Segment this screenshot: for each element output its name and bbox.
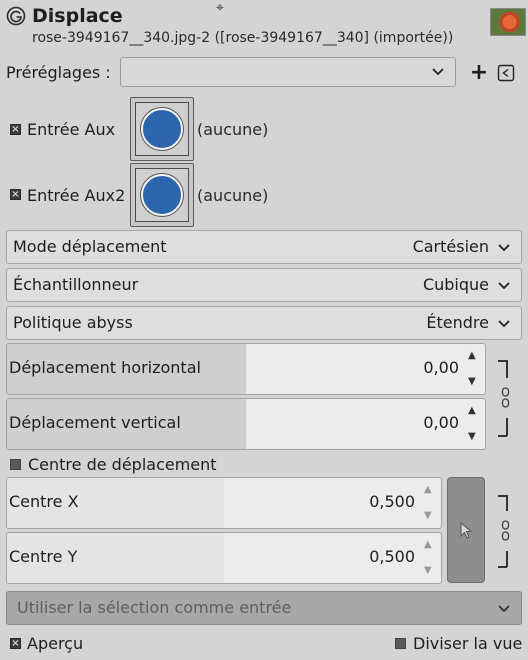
aux-input-button[interactable] <box>130 97 194 161</box>
chevron-up-icon[interactable]: ▲ <box>424 484 432 495</box>
chevron-up-icon[interactable]: ▲ <box>468 350 476 361</box>
sampler-label: Échantillonneur <box>13 275 139 294</box>
chevron-down-icon[interactable]: ▼ <box>468 376 476 387</box>
chevron-up-icon[interactable]: ▲ <box>424 539 432 550</box>
horizontal-displacement-slider[interactable]: Déplacement horizontal 0,00 ▲ ▼ <box>6 343 486 395</box>
center-y-value: 0,500 <box>369 547 415 566</box>
displacement-mode-label: Mode déplacement <box>13 237 167 256</box>
spin-arrows[interactable]: ▲ ▼ <box>419 478 441 528</box>
chain-link-icon[interactable] <box>498 495 516 568</box>
abyss-policy-dropdown[interactable]: Politique abyss Étendre <box>6 306 522 340</box>
sampler-value: Cubique <box>422 275 489 294</box>
sampler-dropdown[interactable]: Échantillonneur Cubique <box>6 268 522 302</box>
chevron-down-icon <box>432 68 444 76</box>
preview-label: Aperçu <box>27 634 84 653</box>
vertical-displacement-label: Déplacement vertical <box>9 413 181 432</box>
aux2-input-button[interactable] <box>130 163 194 227</box>
pointer-icon <box>460 522 473 539</box>
mouse-cursor-icon: ⌖ <box>216 0 224 16</box>
horizontal-displacement-label: Déplacement horizontal <box>9 358 201 377</box>
aux2-input-label: Entrée Aux2 <box>27 186 126 205</box>
aux2-input-checkbox[interactable]: × <box>10 189 21 200</box>
chevron-up-icon[interactable]: ▲ <box>468 405 476 416</box>
preset-menu-icon[interactable] <box>497 64 515 82</box>
displacement-center-checkbox[interactable] <box>10 459 21 470</box>
abyss-policy-value: Étendre <box>426 313 489 332</box>
displacement-mode-dropdown[interactable]: Mode déplacement Cartésien <box>6 230 522 264</box>
spin-arrows[interactable]: ▲ ▼ <box>419 533 441 583</box>
center-x-slider[interactable]: Centre X 0,500 ▲ ▼ <box>6 477 442 529</box>
split-view-label: Diviser la vue <box>413 634 523 653</box>
dialog-subtitle: rose-3949167__340.jpg-2 ([rose-3949167__… <box>32 30 454 46</box>
chevron-down-icon <box>498 244 510 252</box>
image-thumbnail <box>490 8 526 36</box>
chevron-down-icon[interactable]: ▼ <box>424 565 432 576</box>
chevron-down-icon[interactable]: ▼ <box>424 510 432 521</box>
center-y-label: Centre Y <box>9 547 78 566</box>
vertical-displacement-value: 0,00 <box>423 413 459 432</box>
split-view-checkbox[interactable] <box>395 638 406 649</box>
add-preset-icon[interactable]: + <box>468 60 490 86</box>
center-x-value: 0,500 <box>369 492 415 511</box>
horizontal-displacement-value: 0,00 <box>423 358 459 377</box>
chain-link-icon[interactable] <box>498 360 516 437</box>
pick-center-button[interactable] <box>447 477 485 583</box>
aux-input-preview <box>135 102 189 156</box>
spin-arrows[interactable]: ▲ ▼ <box>463 344 485 394</box>
aux-input-checkbox[interactable]: × <box>10 124 21 135</box>
displacement-mode-value: Cartésien <box>412 237 489 256</box>
presets-dropdown[interactable] <box>120 57 456 87</box>
aux-input-value: (aucune) <box>197 120 269 139</box>
aux-input-swatch-icon <box>141 108 183 150</box>
aux2-input-swatch-icon <box>141 174 183 216</box>
abyss-policy-label: Politique abyss <box>13 313 133 332</box>
chevron-down-icon <box>498 605 510 613</box>
center-y-slider[interactable]: Centre Y 0,500 ▲ ▼ <box>6 532 442 584</box>
preview-checkbox[interactable]: × <box>10 638 21 649</box>
center-x-label: Centre X <box>9 492 79 511</box>
chevron-down-icon <box>498 320 510 328</box>
chevron-down-icon[interactable]: ▼ <box>468 431 476 442</box>
chevron-down-icon <box>498 282 510 290</box>
spin-arrows[interactable]: ▲ ▼ <box>463 399 485 449</box>
use-selection-dropdown: Utiliser la sélection comme entrée <box>6 591 522 625</box>
aux-input-label: Entrée Aux <box>27 120 116 139</box>
dialog-title: Displace <box>32 5 123 27</box>
aux2-input-value: (aucune) <box>197 186 269 205</box>
vertical-displacement-slider[interactable]: Déplacement vertical 0,00 ▲ ▼ <box>6 398 486 450</box>
displacement-center-label: Centre de déplacement <box>28 455 217 474</box>
use-selection-label: Utiliser la sélection comme entrée <box>17 598 292 617</box>
gimp-logo-icon <box>6 6 26 26</box>
presets-label: Préréglages : <box>6 63 111 82</box>
aux2-input-preview <box>135 168 189 222</box>
